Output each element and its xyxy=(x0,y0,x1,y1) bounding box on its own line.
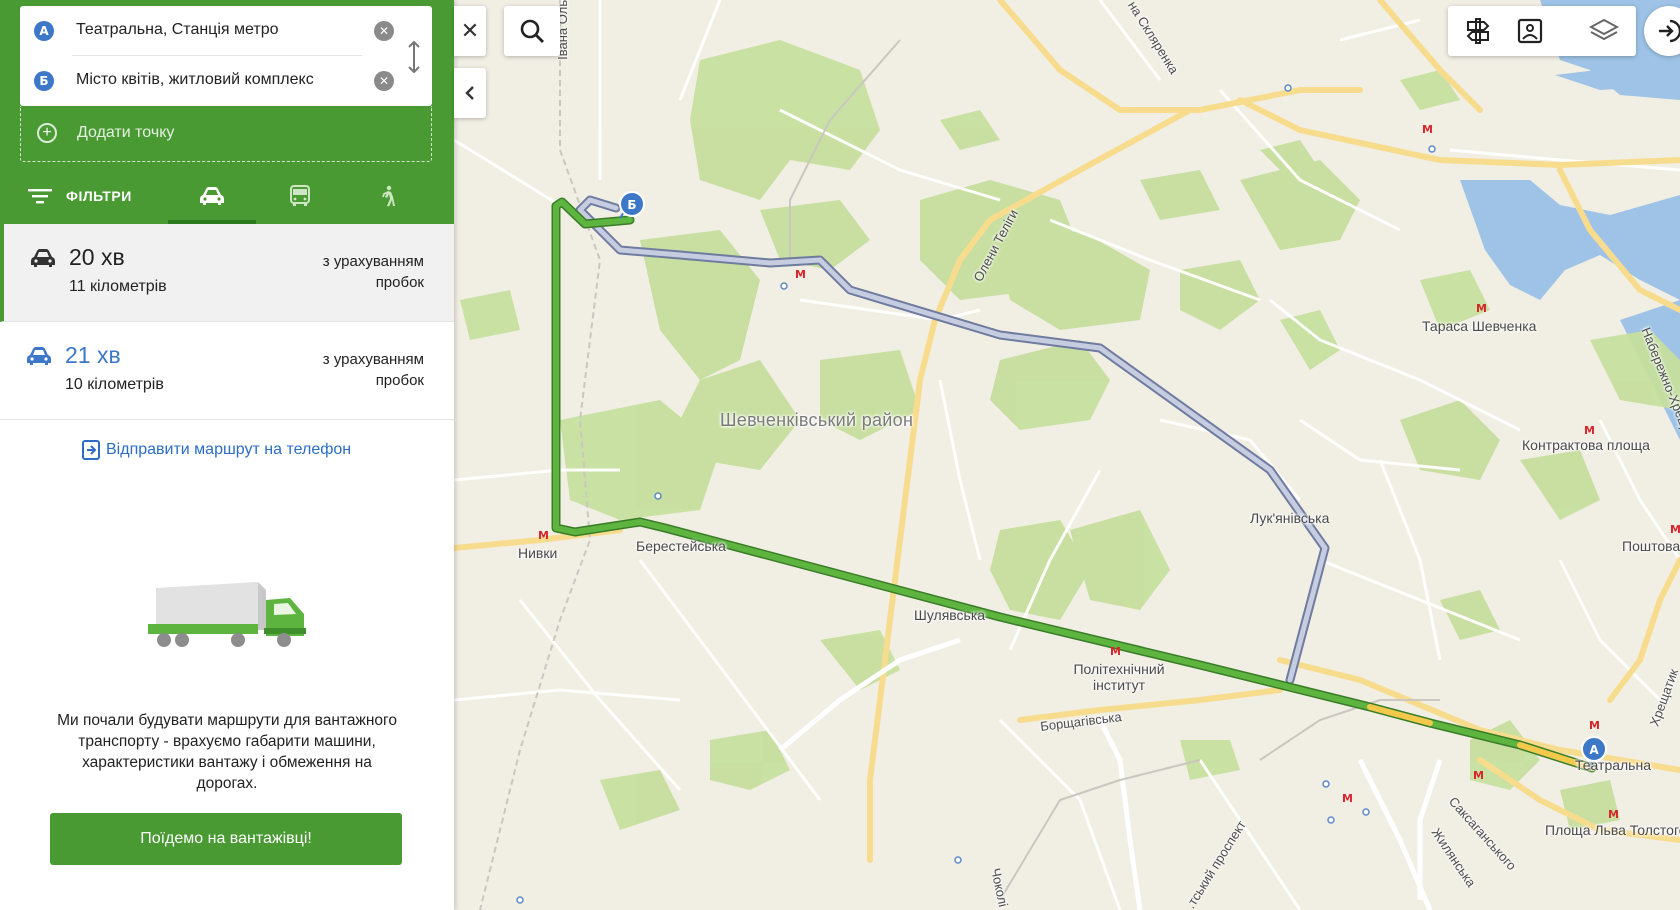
point-a-marker: А xyxy=(34,21,54,41)
close-route-panel-button[interactable]: ✕ xyxy=(454,6,486,56)
svg-text:M: M xyxy=(1608,808,1619,821)
transport-tabs: ФІЛЬТРИ xyxy=(0,168,454,224)
svg-text:А: А xyxy=(1589,743,1599,757)
panorama-button[interactable] xyxy=(1504,6,1556,56)
district-label: Шевченківський район xyxy=(720,410,914,430)
svg-text:M: M xyxy=(795,268,806,281)
svg-text:M: M xyxy=(1589,719,1600,732)
search-icon xyxy=(520,19,544,43)
layers-icon xyxy=(1589,18,1619,41)
route-option-2[interactable]: 21 хв 10 кілометрів з урахуванням пробок xyxy=(0,322,454,420)
point-b-row[interactable]: Б Місто квітів, житловий комплекс ✕ xyxy=(20,56,432,106)
car-icon xyxy=(27,347,51,365)
chevron-left-icon xyxy=(465,86,474,100)
point-a-row[interactable]: А Театральна, Станція метро ✕ xyxy=(20,6,432,56)
map-toolbar xyxy=(1448,6,1636,56)
metro-label-polytech: Політехнічний інститут xyxy=(1073,661,1165,693)
point-b-input[interactable]: Місто квітів, житловий комплекс xyxy=(76,71,314,89)
route-traffic-note: з урахуванням пробок xyxy=(322,253,424,291)
route-distance: 11 кілометрів xyxy=(69,278,167,295)
route-points-card: А Театральна, Станція метро ✕ Б Місто кв… xyxy=(20,6,432,106)
svg-text:M: M xyxy=(538,529,549,542)
login-icon xyxy=(1659,19,1680,43)
svg-text:M: M xyxy=(1476,302,1487,315)
signpost-icon xyxy=(1466,18,1490,44)
route-option-1[interactable]: 20 хв 11 кілометрів з урахуванням пробок xyxy=(0,224,454,322)
tab-walk[interactable] xyxy=(344,168,432,224)
clear-point-a-button[interactable]: ✕ xyxy=(374,21,394,41)
metro-label-shuliavska: Шулявська xyxy=(914,607,986,623)
route-time: 21 хв xyxy=(65,342,121,368)
truck-route-button[interactable]: Поїдемо на вантажівці! xyxy=(50,813,402,865)
layers-button[interactable] xyxy=(1578,6,1630,56)
route-sidebar: А Театральна, Станція метро ✕ Б Місто кв… xyxy=(0,0,454,910)
svg-text:M: M xyxy=(1422,123,1433,136)
metro-label-teatralna: Театральна xyxy=(1575,757,1651,773)
truck-illustration xyxy=(148,582,306,647)
add-point-label: Додати точку xyxy=(77,124,175,141)
filters-button[interactable]: ФІЛЬТРИ xyxy=(28,168,158,224)
car-icon xyxy=(200,187,224,205)
metro-label-lukianivska: Лук'янівська xyxy=(1250,510,1330,526)
metro-label-nyvky: Нивки xyxy=(518,545,558,561)
close-icon: ✕ xyxy=(378,24,390,38)
svg-text:M: M xyxy=(1473,769,1484,782)
svg-text:M: M xyxy=(1584,424,1595,437)
swap-points-button[interactable] xyxy=(406,40,422,74)
add-point-button[interactable]: + Додати точку xyxy=(20,106,432,162)
point-b-marker: Б xyxy=(34,71,54,91)
search-button[interactable] xyxy=(504,6,560,56)
close-icon: ✕ xyxy=(460,18,480,43)
routes-button[interactable] xyxy=(1452,6,1504,56)
send-to-phone-icon xyxy=(82,440,100,460)
filters-label: ФІЛЬТРИ xyxy=(66,188,132,204)
plus-icon: + xyxy=(37,123,57,143)
tab-car[interactable] xyxy=(168,168,256,224)
metro-label-poshtova: Поштова xyxy=(1622,538,1680,554)
svg-text:M: M xyxy=(1670,523,1680,536)
route-header: А Театральна, Станція метро ✕ Б Місто кв… xyxy=(0,0,454,224)
pedestrian-icon xyxy=(382,185,395,207)
metro-label-tarasa-shevchenka: Тараса Шевченка xyxy=(1422,318,1537,334)
metro-label-kontraktova: Контрактова площа xyxy=(1522,437,1650,453)
truck-promo-text: Ми почали будувати маршрути для вантажно… xyxy=(57,712,397,792)
metro-label-lva-tolstoho: Площа Льва Толстого xyxy=(1545,822,1680,838)
svg-text:Б: Б xyxy=(627,198,636,212)
route-traffic-note: з урахуванням пробок xyxy=(322,351,424,389)
swap-arrows-icon xyxy=(408,40,420,74)
svg-text:M: M xyxy=(1342,792,1353,805)
svg-text:M: M xyxy=(1110,645,1121,658)
metro-label-berestejska: Берестейська xyxy=(636,538,726,554)
route-distance: 10 кілометрів xyxy=(65,376,164,393)
car-icon xyxy=(31,249,55,267)
route-time: 20 хв xyxy=(69,244,125,270)
send-route-to-phone-link[interactable]: Відправити маршрут на телефон xyxy=(82,440,351,460)
point-a-input[interactable]: Театральна, Станція метро xyxy=(76,21,279,39)
filter-icon xyxy=(28,189,52,204)
tab-public-transport[interactable] xyxy=(256,168,344,224)
bus-icon xyxy=(290,185,310,206)
send-route-label: Відправити маршрут на телефон xyxy=(106,441,352,458)
photo-icon xyxy=(1517,18,1543,44)
close-icon: ✕ xyxy=(378,74,390,88)
clear-point-b-button[interactable]: ✕ xyxy=(374,71,394,91)
collapse-sidebar-button[interactable] xyxy=(454,68,486,118)
